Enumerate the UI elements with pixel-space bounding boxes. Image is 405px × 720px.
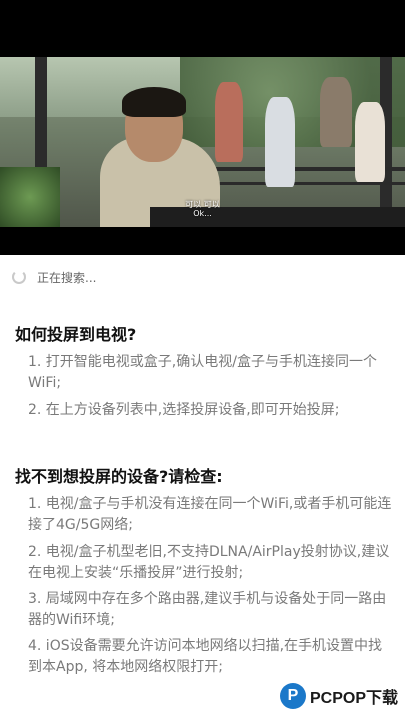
site-watermark: P PCPOP下载 xyxy=(280,683,398,709)
troubleshoot-step: 3. 局域网中存在多个路由器,建议手机与设备处于同一路由器的Wifi环境; xyxy=(28,591,387,628)
video-scene-man-hair xyxy=(122,87,186,117)
search-status: 正在搜索... xyxy=(12,268,96,286)
video-subtitle-line1: 可以 可以 xyxy=(185,200,220,209)
video-letterbox-top xyxy=(0,0,405,57)
video-scene-person xyxy=(320,77,352,147)
watermark-text: PCPOP下载 xyxy=(310,690,399,707)
how-to-cast-title: 如何投屏到电视? xyxy=(15,325,137,344)
video-scene-person xyxy=(265,97,295,187)
video-subtitle-line2: Ok... xyxy=(193,209,212,218)
how-to-cast-step: 1. 打开智能电视或盒子,确认电视/盒子与手机连接同一个WiFi; xyxy=(28,354,377,391)
video-scene-person xyxy=(215,82,243,162)
troubleshoot-step: 1. 电视/盒子与手机没有连接在同一个WiFi,或者手机可能连接了4G/5G网络… xyxy=(28,496,392,533)
troubleshoot-step: 2. 电视/盒子机型老旧,不支持DLNA/AirPlay投射协议,建议在电视上安… xyxy=(28,544,390,581)
pcpop-logo-icon: P xyxy=(280,683,306,709)
loading-spinner-icon xyxy=(12,270,26,284)
troubleshoot-step: 4. iOS设备需要允许访问本地网络以扫描,在手机设置中找到本App, 将本地网… xyxy=(28,638,383,675)
video-scene-plants xyxy=(0,167,60,227)
how-to-cast-step: 2. 在上方设备列表中,选择投屏设备,即可开始投屏; xyxy=(28,402,340,418)
device-not-found-title: 找不到想投屏的设备?请检查: xyxy=(15,467,223,486)
search-status-text: 正在搜索... xyxy=(37,270,97,285)
video-letterbox-bottom xyxy=(0,227,405,255)
video-scene-person xyxy=(355,102,385,182)
